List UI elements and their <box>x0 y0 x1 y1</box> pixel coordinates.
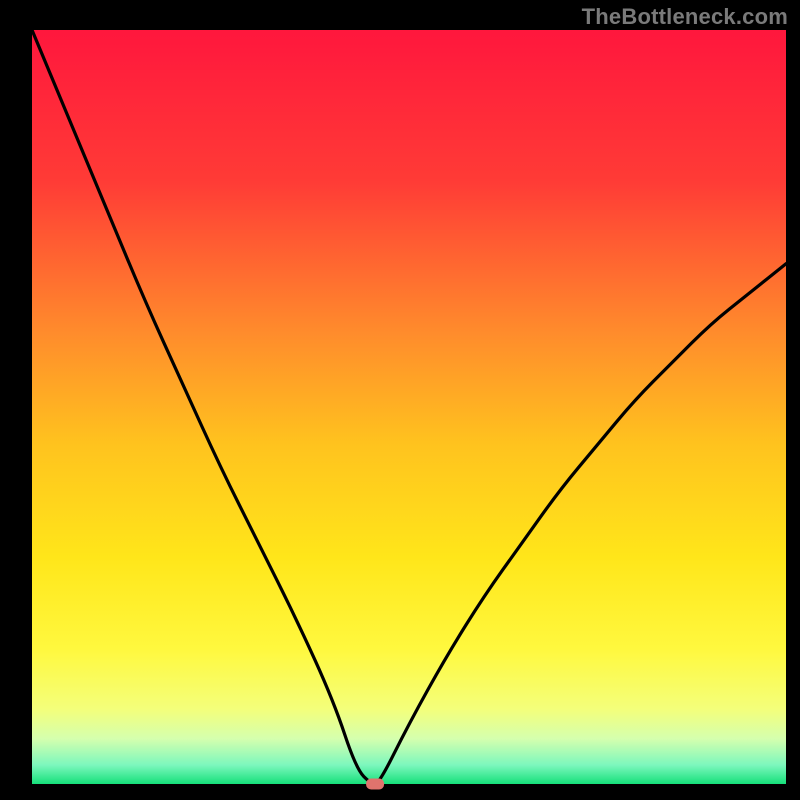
bottleneck-chart <box>0 0 800 800</box>
plot-background <box>32 30 786 784</box>
watermark-text: TheBottleneck.com <box>582 4 788 30</box>
chart-frame: TheBottleneck.com <box>0 0 800 800</box>
minimum-marker <box>366 779 384 790</box>
